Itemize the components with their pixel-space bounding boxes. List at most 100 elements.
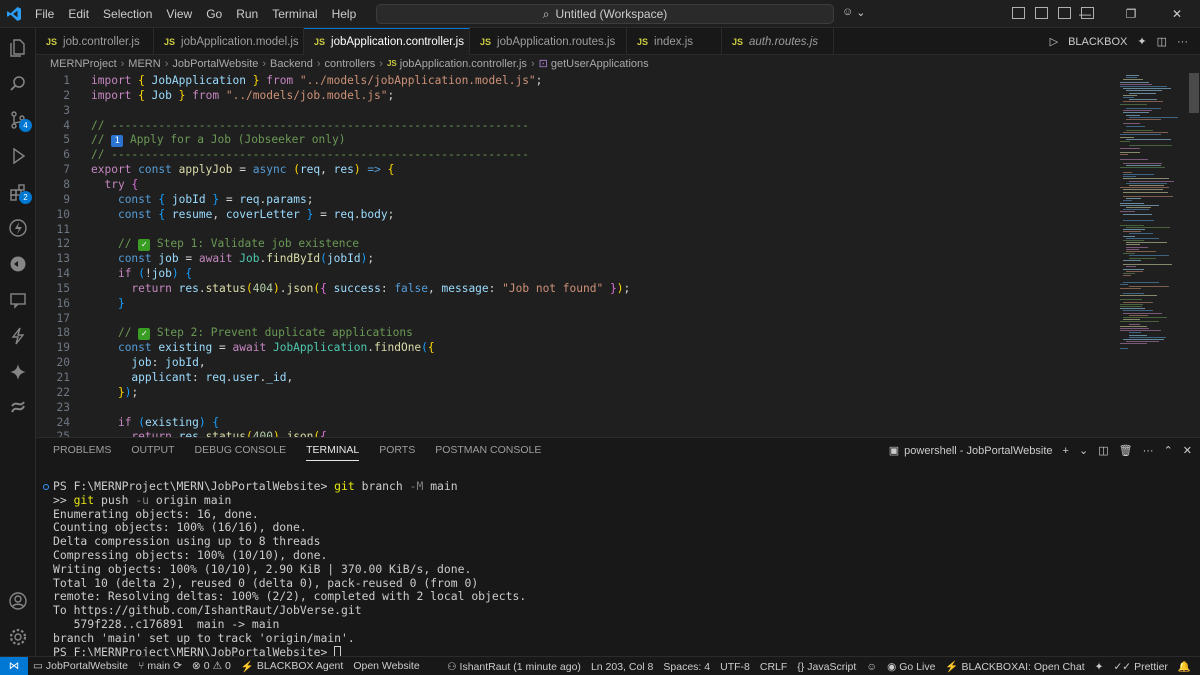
tab-jobapplication-routes[interactable]: JS jobApplication.routes.js <box>470 28 627 55</box>
minimap[interactable] <box>1116 71 1188 437</box>
tab-terminal[interactable]: TERMINAL <box>306 444 360 461</box>
status-folder[interactable]: ▭ JobPortalWebsite <box>28 660 133 672</box>
breadcrumb-item[interactable]: getUserApplications <box>551 58 649 70</box>
breadcrumb-item[interactable]: MERN <box>128 58 160 70</box>
status-prettier[interactable]: ✓✓ Prettier <box>1108 661 1172 673</box>
status-language[interactable]: {} JavaScript <box>792 661 861 673</box>
code-line[interactable]: 2 import { Job } from "../models/job.mode… <box>36 88 394 103</box>
breadcrumb-item[interactable]: MERNProject <box>50 58 117 70</box>
code-line[interactable]: 13 const job = await Job.findById(jobId)… <box>36 251 375 266</box>
tab-jobapplication-model[interactable]: JS jobApplication.model.js <box>154 28 304 55</box>
menu-file[interactable]: File <box>28 0 61 28</box>
new-terminal-icon[interactable]: + <box>1063 445 1069 457</box>
split-editor-icon[interactable]: ◫ <box>1157 35 1167 48</box>
source-control-icon[interactable]: 4 <box>0 102 36 138</box>
terminal-selector[interactable]: ▣ powershell - JobPortalWebsite <box>889 444 1053 458</box>
toggle-sidebar-icon[interactable] <box>1012 7 1025 19</box>
scrollbar-thumb[interactable] <box>1189 73 1199 113</box>
sparkle-icon[interactable]: ✦ <box>1137 35 1146 48</box>
run-play-icon[interactable]: ▷ <box>1050 35 1058 48</box>
status-indentation[interactable]: Spaces: 4 <box>658 661 715 673</box>
tab-ports[interactable]: PORTS <box>379 444 415 461</box>
status-sparkle[interactable]: ✦ <box>1090 661 1109 673</box>
more-actions-icon[interactable]: ··· <box>1177 36 1188 48</box>
code-line[interactable]: 12 // ✓ Step 1: Validate job existence <box>36 236 359 252</box>
bolt-icon[interactable] <box>0 318 36 354</box>
remote-explorer-icon[interactable] <box>0 246 36 282</box>
code-line[interactable]: 11 <box>36 222 91 237</box>
command-center-search[interactable]: ⌕ Untitled (Workspace) <box>376 4 834 24</box>
copilot-menu[interactable]: ☺ ⌄ <box>842 6 865 19</box>
breadcrumb-item[interactable]: jobApplication.controller.js <box>400 58 527 70</box>
tab-job-controller[interactable]: JS job.controller.js <box>36 28 154 55</box>
status-branch[interactable]: ⑂ main ⟳ <box>133 660 187 672</box>
code-line[interactable]: 24 if (existing) { <box>36 415 220 430</box>
code-line[interactable]: 19 const existing = await JobApplication… <box>36 340 435 355</box>
trash-icon[interactable]: 🗑 <box>1119 444 1133 457</box>
settings-gear-icon[interactable] <box>0 619 36 655</box>
breadcrumb-item[interactable]: Backend <box>270 58 313 70</box>
code-line[interactable]: 14 if (!job) { <box>36 266 193 281</box>
code-line[interactable]: 16 } <box>36 296 125 311</box>
status-blackbox-agent[interactable]: ⚡ BLACKBOX Agent <box>236 660 348 673</box>
extensions-icon[interactable]: 2 <box>0 174 36 210</box>
code-line[interactable]: 18 // ✓ Step 2: Prevent duplicate applic… <box>36 325 413 341</box>
tab-debug-console[interactable]: DEBUG CONSOLE <box>195 444 287 461</box>
tab-postman-console[interactable]: POSTMAN CONSOLE <box>435 444 541 461</box>
breadcrumb-item[interactable]: JobPortalWebsite <box>172 58 258 70</box>
close-icon[interactable]: ✕ <box>1154 0 1200 28</box>
search-icon[interactable] <box>0 66 36 102</box>
remote-indicator-icon[interactable]: ⋈ <box>0 656 28 675</box>
status-go-live[interactable]: ◉ Go Live <box>882 661 940 673</box>
code-editor[interactable]: 1 import { JobApplication } from "../mode… <box>36 71 1188 437</box>
tab-output[interactable]: OUTPUT <box>131 444 174 461</box>
close-panel-icon[interactable]: ✕ <box>1183 444 1192 457</box>
breadcrumb-item[interactable]: controllers <box>325 58 376 70</box>
status-notifications[interactable]: 🔔 <box>1173 660 1196 673</box>
restore-icon[interactable]: ❐ <box>1108 0 1154 28</box>
menu-terminal[interactable]: Terminal <box>265 0 324 28</box>
tab-problems[interactable]: PROBLEMS <box>53 444 111 461</box>
chevron-down-icon[interactable]: ⌄ <box>1079 444 1088 457</box>
code-line[interactable]: 17 <box>36 311 91 326</box>
status-cursor-position[interactable]: Ln 203, Col 8 <box>586 661 658 673</box>
toggle-panel-icon[interactable] <box>1035 7 1048 19</box>
minimize-icon[interactable]: — <box>1062 0 1108 28</box>
status-problems[interactable]: ⊗ 0 ⚠ 0 <box>187 660 236 672</box>
menu-run[interactable]: Run <box>229 0 265 28</box>
chat-icon[interactable] <box>0 282 36 318</box>
sparkle-icon[interactable] <box>0 354 36 390</box>
command-decoration-icon[interactable] <box>43 484 49 490</box>
code-line[interactable]: 22 }); <box>36 385 139 400</box>
code-line[interactable]: 4 // ------------------------------------… <box>36 118 529 133</box>
tab-jobapplication-controller[interactable]: JS jobApplication.controller.js <box>304 28 470 55</box>
code-line[interactable]: 3 <box>36 103 91 118</box>
code-line[interactable]: 6 // ------------------------------------… <box>36 147 529 162</box>
editor-scrollbar[interactable] <box>1188 71 1200 437</box>
code-line[interactable]: 20 job: jobId, <box>36 355 206 370</box>
code-line[interactable]: 15 return res.status(404).json({ success… <box>36 281 631 296</box>
status-copilot[interactable]: ☺ <box>861 661 882 673</box>
account-icon[interactable] <box>0 583 36 619</box>
code-line[interactable]: 8 try { <box>36 177 138 192</box>
status-open-website[interactable]: Open Website <box>348 660 424 672</box>
menu-edit[interactable]: Edit <box>61 0 96 28</box>
menu-view[interactable]: View <box>159 0 199 28</box>
explorer-icon[interactable] <box>0 30 36 66</box>
status-git-blame[interactable]: ⚇ IshantRaut (1 minute ago) <box>442 661 586 673</box>
tab-auth-routes[interactable]: JS auth.routes.js <box>722 28 834 55</box>
code-line[interactable]: 5 // 1 Apply for a Job (Jobseeker only) <box>36 132 346 148</box>
tab-index[interactable]: JS index.js <box>627 28 722 55</box>
status-encoding[interactable]: UTF-8 <box>715 661 755 673</box>
status-blackboxai[interactable]: ⚡ BLACKBOXAI: Open Chat <box>940 660 1089 674</box>
code-line[interactable]: 7 export const applyJob = async (req, res… <box>36 162 394 177</box>
code-line[interactable]: 25 return res.status(400).json({ <box>36 429 327 437</box>
blackbox-button[interactable]: BLACKBOX <box>1068 36 1127 48</box>
code-line[interactable]: 9 const { jobId } = req.params; <box>36 192 313 207</box>
refactor-icon[interactable] <box>0 390 36 426</box>
menu-help[interactable]: Help <box>325 0 364 28</box>
maximize-panel-icon[interactable]: ⌃ <box>1164 444 1173 457</box>
menu-selection[interactable]: Selection <box>96 0 159 28</box>
code-line[interactable]: 10 const { resume, coverLetter } = req.b… <box>36 207 395 222</box>
code-line[interactable]: 1 import { JobApplication } from "../mode… <box>36 73 542 88</box>
